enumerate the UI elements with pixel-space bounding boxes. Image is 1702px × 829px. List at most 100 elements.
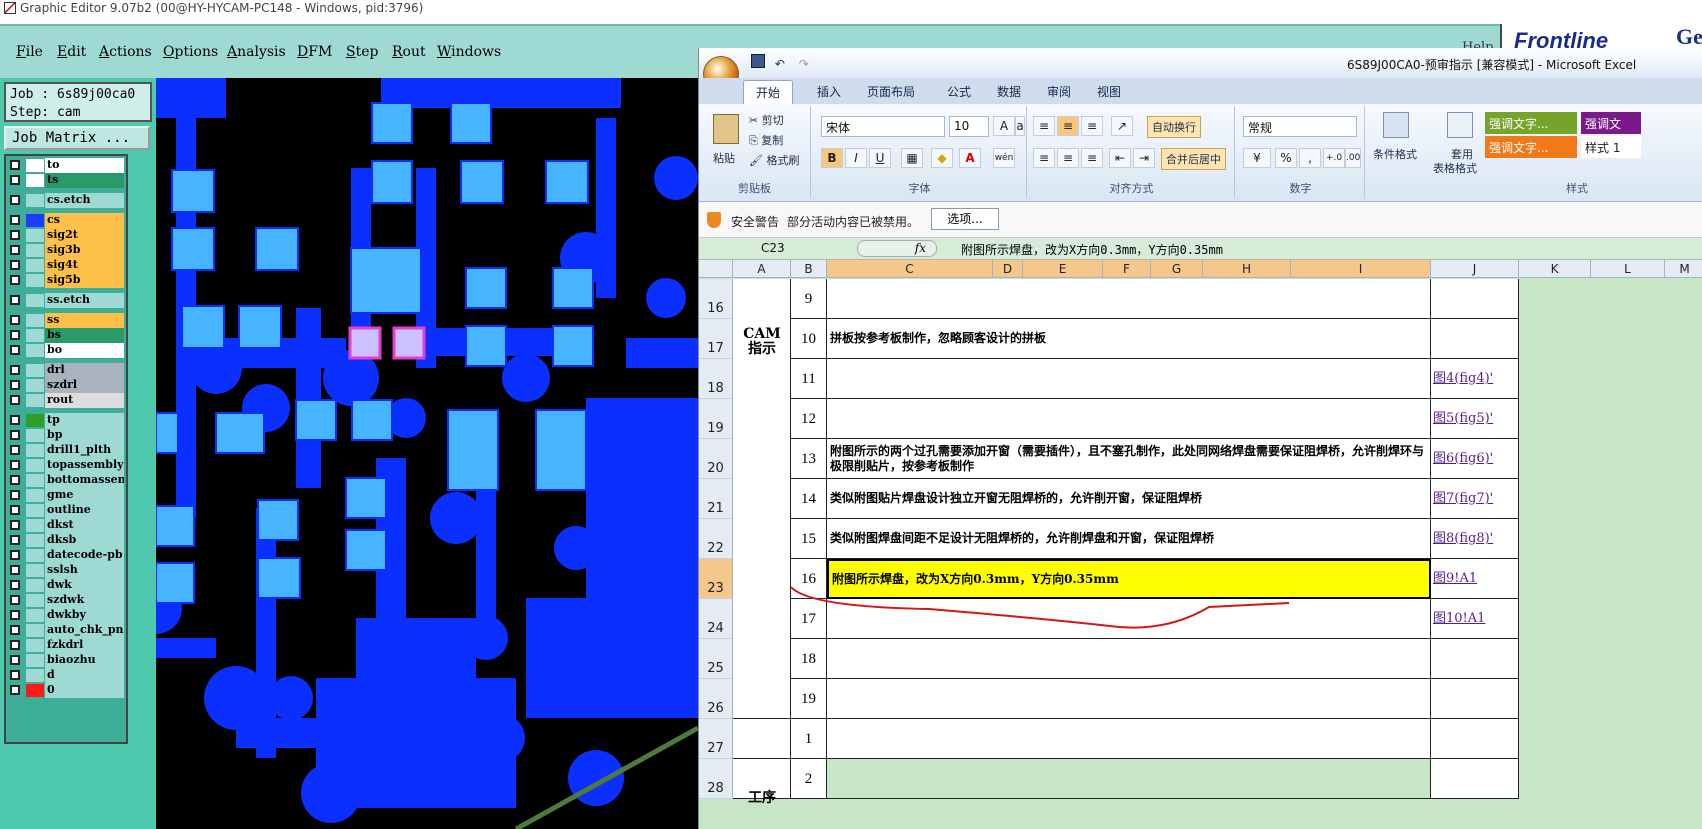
cell-number[interactable]: 2 [791,759,827,799]
layer-checkbox[interactable] [10,550,20,560]
layer-row-bo[interactable]: bo [8,343,126,358]
cell-instruction[interactable] [827,279,1431,319]
menu-windows[interactable]: Windows [437,44,501,60]
menu-actions[interactable]: Actions [99,44,152,60]
column-header-C[interactable]: C [827,260,993,278]
style-accent3[interactable]: 强调文字... [1485,136,1577,158]
options-button[interactable]: 选项... [931,208,999,230]
layer-checkbox[interactable] [10,175,20,185]
cell-number[interactable]: 9 [791,279,827,319]
layer-checkbox[interactable] [10,475,20,485]
menu-edit[interactable]: Edit [57,44,86,60]
cell-number[interactable]: 11 [791,359,827,399]
layer-row-dwkby[interactable]: dwkby [8,608,126,623]
layer-row-tp[interactable]: tp [8,413,126,428]
layer-checkbox[interactable] [10,330,20,340]
tab-page-layout[interactable]: 页面布局 [867,83,915,100]
cell-figure-link[interactable]: 图9!A1 [1431,559,1519,599]
layer-checkbox[interactable] [10,295,20,305]
layer-row-cs[interactable]: cs [8,213,126,228]
layer-row-sig5b[interactable]: sig5b [8,273,126,288]
layer-checkbox[interactable] [10,595,20,605]
layer-checkbox[interactable] [10,625,20,635]
menu-analysis[interactable]: Analysis [227,44,286,60]
conditional-format-icon[interactable] [1383,112,1409,138]
cell-instruction[interactable] [827,359,1431,399]
phonetic-icon[interactable]: wén [993,148,1015,168]
cell-number[interactable]: 14 [791,479,827,519]
cell-figure-link[interactable] [1431,319,1519,359]
layer-row-szdwk[interactable]: szdwk [8,593,126,608]
column-header-D[interactable]: D [993,260,1023,278]
bold-icon[interactable]: B [821,148,843,168]
row-header[interactable]: 17 [699,319,733,359]
column-header-E[interactable]: E [1023,260,1103,278]
copy-button[interactable]: ⎘ 复制 [749,132,783,148]
row-header[interactable]: 25 [699,639,733,679]
cell-figure-link[interactable] [1431,719,1519,759]
cell-instruction[interactable] [827,399,1431,439]
italic-icon[interactable]: I [845,148,867,168]
layer-checkbox[interactable] [10,195,20,205]
cell-instruction[interactable] [827,679,1431,719]
style-1[interactable]: 样式 1 [1581,136,1641,158]
layer-row-sig3b[interactable]: sig3b [8,243,126,258]
cell-instruction[interactable]: 类似附图焊盘间距不足设计无阻焊桥的，允许削焊盘和开窗，保证阻焊桥 [827,519,1431,559]
border-icon[interactable]: ▦ [901,148,923,168]
layer-checkbox[interactable] [10,685,20,695]
align-middle-icon[interactable]: ≡ [1057,116,1079,136]
layer-checkbox[interactable] [10,230,20,240]
layer-row-drl[interactable]: drl [8,363,126,378]
layer-row-drill1_plth[interactable]: drill1_plth [8,443,126,458]
cell-number[interactable]: 19 [791,679,827,719]
layer-checkbox[interactable] [10,260,20,270]
layer-row-0[interactable]: 0 [8,683,126,698]
tab-data[interactable]: 数据 [997,83,1021,100]
cell-figure-link[interactable]: 图7(fig7)' [1431,479,1519,519]
align-top-icon[interactable]: ≡ [1033,116,1055,136]
cut-button[interactable]: ✂ 剪切 [749,112,784,128]
cell-number[interactable]: 13 [791,439,827,479]
job-matrix-button[interactable]: Job Matrix ... [4,126,150,150]
align-left-icon[interactable]: ≡ [1033,148,1055,168]
layer-row-topassembly[interactable]: topassembly [8,458,126,473]
tab-review[interactable]: 审阅 [1047,83,1071,100]
row-header[interactable]: 16 [699,279,733,319]
cell-figure-link[interactable] [1431,279,1519,319]
layer-checkbox[interactable] [10,315,20,325]
layer-checkbox[interactable] [10,565,20,575]
format-painter-button[interactable]: 🖌 格式刷 [749,152,799,168]
layer-checkbox[interactable] [10,395,20,405]
menu-rout[interactable]: Rout [392,44,426,60]
select-all-corner[interactable] [699,260,733,278]
align-center-icon[interactable]: ≡ [1057,148,1079,168]
layer-checkbox[interactable] [10,430,20,440]
cell-number[interactable]: 15 [791,519,827,559]
column-header-A[interactable]: A [733,260,791,278]
cell-figure-link[interactable] [1431,759,1519,799]
column-header-F[interactable]: F [1103,260,1151,278]
quick-access-toolbar[interactable]: ↶ ↷ [749,54,809,71]
layer-checkbox[interactable] [10,655,20,665]
column-header-G[interactable]: G [1151,260,1203,278]
paste-icon[interactable] [713,114,739,144]
column-header-H[interactable]: H [1203,260,1291,278]
layer-checkbox[interactable] [10,275,20,285]
layer-row-datecode-pb[interactable]: datecode-pb [8,548,126,563]
layer-row-bs[interactable]: bs [8,328,126,343]
layer-row-sig2t[interactable]: sig2t [8,228,126,243]
column-header-J[interactable]: J [1431,260,1519,278]
cell-figure-link[interactable]: 图6(fig6)' [1431,439,1519,479]
cell-number[interactable]: 12 [791,399,827,439]
layer-row-ss[interactable]: ss [8,313,126,328]
underline-icon[interactable]: U [869,148,891,168]
cell-figure-link[interactable]: 图8(fig8)' [1431,519,1519,559]
name-box[interactable]: C23 [701,239,853,258]
menu-step[interactable]: Step [346,44,378,60]
layer-checkbox[interactable] [10,380,20,390]
menu-file[interactable]: File [16,44,43,60]
layer-row-sig4t[interactable]: sig4t [8,258,126,273]
row-header[interactable]: 19 [699,399,733,439]
shrink-font-icon[interactable]: a [1015,116,1025,136]
increase-indent-icon[interactable]: ⇥ [1133,148,1155,168]
